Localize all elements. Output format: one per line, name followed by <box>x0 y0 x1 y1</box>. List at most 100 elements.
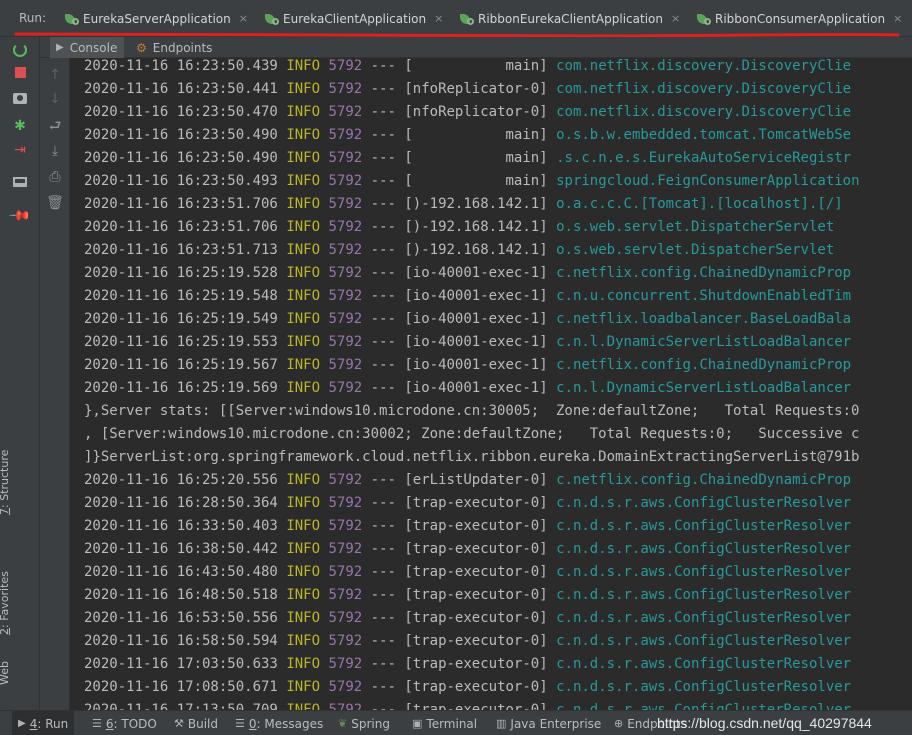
log-level: INFO <box>286 58 321 74</box>
tool-window-todo[interactable]: ☰ 6: TODO <box>92 711 157 735</box>
log-logger[interactable]: c.n.d.s.r.aws.ConfigClusterResolver <box>556 587 851 603</box>
log-timestamp: 2020-11-16 16:23:51.713 <box>84 242 278 258</box>
close-icon[interactable]: × <box>893 12 902 25</box>
log-thread: [trap-executor-0] <box>404 587 548 603</box>
log-separator: --- <box>370 472 396 488</box>
log-thread: [)-192.168.142.1] <box>404 242 548 258</box>
log-logger[interactable]: c.n.d.s.r.aws.ConfigClusterResolver <box>556 495 851 511</box>
log-level: INFO <box>286 219 321 235</box>
log-timestamp: 2020-11-16 16:48:50.518 <box>84 587 278 603</box>
close-icon[interactable]: × <box>671 12 680 25</box>
log-timestamp: 2020-11-16 16:23:50.493 <box>84 173 278 189</box>
stop-button[interactable] <box>0 61 40 83</box>
log-logger[interactable]: c.n.l.DynamicServerListLoadBalancer <box>556 334 851 350</box>
camera-icon <box>13 92 27 104</box>
scroll-to-end-button[interactable]: ⤓ <box>40 140 70 162</box>
log-level: INFO <box>286 288 321 304</box>
print-button[interactable]: ⎙ <box>40 166 70 188</box>
tool-window-run[interactable]: ▶ 4: Run <box>12 711 75 735</box>
tool-window-build[interactable]: ⚒ Build <box>174 711 218 735</box>
clear-all-button[interactable]: 🗑 <box>40 192 70 214</box>
log-thread: [trap-executor-0] <box>404 495 548 511</box>
log-logger[interactable]: c.n.u.concurrent.ShutdownEnabledTim <box>556 288 851 304</box>
log-pid: 5792 <box>328 150 363 166</box>
log-timestamp: 2020-11-16 16:25:19.553 <box>84 334 278 350</box>
log-thread: [io-40001-exec-1] <box>404 288 548 304</box>
endpoints-icon: ⚙ <box>136 40 147 55</box>
log-logger[interactable]: c.n.d.s.r.aws.ConfigClusterResolver <box>556 610 851 626</box>
log-timestamp: 2020-11-16 16:25:19.567 <box>84 357 278 373</box>
tool-window-java-enterprise[interactable]: ▥ Java Enterprise <box>496 711 601 735</box>
log-timestamp: 2020-11-16 17:08:50.671 <box>84 679 278 695</box>
close-icon[interactable]: × <box>434 12 443 25</box>
log-logger[interactable]: c.netflix.config.ChainedDynamicProp <box>556 265 851 281</box>
log-logger[interactable]: c.n.d.s.r.aws.ConfigClusterResolver <box>556 702 851 710</box>
log-pid: 5792 <box>328 495 363 511</box>
tool-window-messages[interactable]: ☰ 0: Messages <box>235 711 323 735</box>
spring-boot-app-icon <box>460 12 474 26</box>
log-thread: [trap-executor-0] <box>404 541 548 557</box>
log-separator: --- <box>370 633 396 649</box>
log-level: INFO <box>286 472 321 488</box>
rerun-button[interactable] <box>0 39 40 61</box>
log-timestamp: 2020-11-16 16:23:50.490 <box>84 127 278 143</box>
log-logger[interactable]: .s.c.n.e.s.EurekaAutoServiceRegistr <box>556 150 851 166</box>
log-logger[interactable]: c.netflix.config.ChainedDynamicProp <box>556 472 851 488</box>
pin-tab-button[interactable]: 📌 <box>0 204 40 228</box>
scroll-up-button[interactable]: ↑ <box>40 64 70 86</box>
log-separator: --- <box>370 265 396 281</box>
log-pid: 5792 <box>328 173 363 189</box>
tab-endpoints[interactable]: ⚙ Endpoints <box>136 37 212 58</box>
spring-boot-app-icon <box>697 12 711 26</box>
log-logger[interactable]: com.netflix.discovery.DiscoveryClie <box>556 81 851 97</box>
log-logger[interactable]: o.s.web.servlet.DispatcherServlet <box>556 219 834 235</box>
log-logger[interactable]: o.s.web.servlet.DispatcherServlet <box>556 242 834 258</box>
log-logger[interactable]: c.n.d.s.r.aws.ConfigClusterResolver <box>556 518 851 534</box>
dump-threads-button[interactable] <box>0 87 40 109</box>
log-pid: 5792 <box>328 541 363 557</box>
restore-layout-button[interactable]: ✱ <box>0 115 40 137</box>
exit-button[interactable]: ⇥ <box>0 139 40 161</box>
favorites-label: : Favorites <box>0 571 11 628</box>
log-thread: [)-192.168.142.1] <box>404 196 548 212</box>
close-icon[interactable]: × <box>239 12 248 25</box>
tool-window-terminal[interactable]: ▣ Terminal <box>412 711 477 735</box>
run-tab-label: RibbonConsumerApplication <box>715 11 886 26</box>
log-logger[interactable]: o.s.b.w.embedded.tomcat.TomcatWebSe <box>556 127 851 143</box>
log-logger[interactable]: springcloud.FeignConsumerApplication <box>556 173 859 189</box>
soft-wrap-button[interactable]: ⮐ <box>40 116 70 138</box>
log-logger[interactable]: c.n.d.s.r.aws.ConfigClusterResolver <box>556 679 851 695</box>
log-logger[interactable]: c.n.d.s.r.aws.ConfigClusterResolver <box>556 541 851 557</box>
web-tool-window[interactable]: Web <box>0 661 11 685</box>
log-line: 2020-11-16 17:03:50.633 INFO 5792 --- [t… <box>84 653 851 676</box>
tool-window-spring[interactable]: ❦ Spring <box>338 711 390 735</box>
log-line: 2020-11-16 16:53:50.556 INFO 5792 --- [t… <box>84 607 851 630</box>
log-logger[interactable]: c.netflix.loadbalancer.BaseLoadBala <box>556 311 851 327</box>
log-logger[interactable]: com.netflix.discovery.DiscoveryClie <box>556 58 851 74</box>
log-line: 2020-11-16 16:38:50.442 INFO 5792 --- [t… <box>84 538 851 561</box>
log-line: 2020-11-16 16:23:50.490 INFO 5792 --- [ … <box>84 124 851 147</box>
log-logger[interactable]: c.n.l.DynamicServerListLoadBalancer <box>556 380 851 396</box>
log-separator: --- <box>370 219 396 235</box>
log-logger[interactable]: c.n.d.s.r.aws.ConfigClusterResolver <box>556 656 851 672</box>
console-output[interactable]: 2020-11-16 16:23:50.439 INFO 5792 --- [ … <box>70 58 912 710</box>
log-logger[interactable]: o.a.c.c.C.[Tomcat].[localhost].[/] <box>556 196 843 212</box>
tab-console[interactable]: ▶ Console <box>50 37 124 58</box>
log-logger[interactable]: c.netflix.config.ChainedDynamicProp <box>556 357 851 373</box>
log-pid: 5792 <box>328 679 363 695</box>
rerun-icon <box>13 43 27 57</box>
layout-button[interactable] <box>0 171 40 193</box>
terminal-icon: ▣ <box>412 717 423 730</box>
log-timestamp: 2020-11-16 17:03:50.633 <box>84 656 278 672</box>
log-pid: 5792 <box>328 288 363 304</box>
favorites-tool-window[interactable]: 2: Favorites <box>0 571 11 635</box>
scroll-down-button[interactable]: ↓ <box>40 88 70 110</box>
log-logger[interactable]: c.n.d.s.r.aws.ConfigClusterResolver <box>556 633 851 649</box>
watermark-text: https://blog.csdn.net/qq_40297844 <box>657 715 872 731</box>
log-level: INFO <box>286 587 321 603</box>
log-separator: --- <box>370 380 396 396</box>
structure-tool-window[interactable]: 7: Structure <box>0 450 11 515</box>
log-logger[interactable]: c.n.d.s.r.aws.ConfigClusterResolver <box>556 564 851 580</box>
web-label: Web <box>0 661 11 685</box>
log-logger[interactable]: com.netflix.discovery.DiscoveryClie <box>556 104 851 120</box>
